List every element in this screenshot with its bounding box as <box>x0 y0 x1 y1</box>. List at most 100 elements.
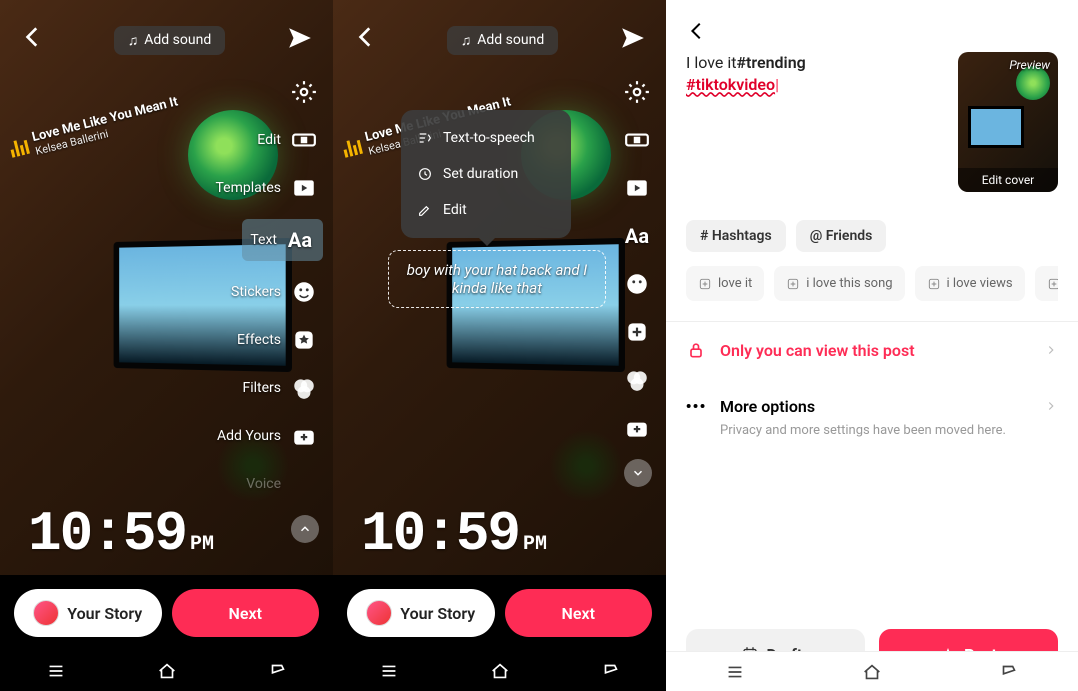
templates-tool[interactable]: Templates <box>212 171 324 205</box>
tts-option[interactable]: Text-to-speech <box>401 120 571 156</box>
menu-icon[interactable] <box>724 661 746 683</box>
text-tool[interactable]: Text Aa <box>242 219 323 261</box>
back-arrow-icon <box>353 24 379 50</box>
stickers-label: Stickers <box>231 284 281 300</box>
filters-icon <box>624 367 650 393</box>
post-panel: I love it#trending #tiktokvideo| Preview… <box>666 0 1078 691</box>
send-button[interactable] <box>620 25 646 55</box>
time-text: 10:59 <box>361 502 519 566</box>
edit-clip-icon <box>624 127 650 153</box>
time-overlay: 10:59 PM <box>361 502 547 566</box>
more-subtext: Privacy and more settings have been move… <box>720 422 1058 440</box>
pencil-icon <box>417 202 433 218</box>
caption-input[interactable]: I love it#trending #tiktokvideo| <box>686 52 944 192</box>
settings-tool[interactable] <box>285 75 323 109</box>
text-caret: | <box>775 75 779 94</box>
privacy-label: Only you can view this post <box>720 341 1030 360</box>
back-button[interactable] <box>686 20 708 42</box>
text-tool[interactable]: Aa <box>618 219 656 253</box>
templates-tool[interactable] <box>618 171 656 205</box>
text-aa-icon: Aa <box>622 221 652 251</box>
caption-row: I love it#trending #tiktokvideo| Preview… <box>686 52 1058 192</box>
editor-panel-1: ♫ Add sound Love Me Like You Mean It Kel… <box>0 0 333 691</box>
edit-option[interactable]: Edit <box>401 192 571 228</box>
home-icon[interactable] <box>861 661 883 683</box>
sugg-label: love it <box>718 276 752 291</box>
chevron-down-icon <box>631 466 645 480</box>
bottom-actions: Your Story Next <box>0 575 333 651</box>
equalizer-icon <box>9 138 30 158</box>
paper-plane-icon <box>620 25 646 51</box>
post-header <box>666 0 1078 42</box>
thumb-monitor <box>968 106 1024 148</box>
lock-icon <box>686 340 706 360</box>
your-story-label: Your Story <box>67 604 142 623</box>
chevron-right-icon <box>1044 343 1058 357</box>
text-overlay[interactable]: boy with your hat back and I kinda like … <box>388 250 606 308</box>
back-button[interactable] <box>353 24 385 56</box>
your-story-button[interactable]: Your Story <box>14 589 162 637</box>
sugg-label: i love views <box>947 276 1013 291</box>
time-suffix: PM <box>190 533 214 556</box>
templates-icon <box>291 175 317 201</box>
add-yours-tool[interactable]: Add Yours <box>213 419 323 453</box>
plant-shape <box>546 421 626 511</box>
suggestion-chip[interactable]: i e <box>1035 266 1058 301</box>
friends-chip[interactable]: @ Friends <box>796 220 887 252</box>
filters-tool[interactable] <box>618 363 656 397</box>
back-button[interactable] <box>20 24 52 56</box>
home-icon[interactable] <box>489 660 511 682</box>
effects-icon <box>624 319 650 345</box>
your-story-button[interactable]: Your Story <box>347 589 495 637</box>
stickers-tool[interactable] <box>618 267 656 301</box>
add-sound-button[interactable]: ♫ Add sound <box>114 26 225 55</box>
suggestion-chip[interactable]: love it <box>686 266 764 301</box>
duration-option[interactable]: Set duration <box>401 156 571 192</box>
templates-label: Templates <box>216 180 282 196</box>
voice-tool[interactable]: Voice <box>242 467 323 501</box>
back-nav-icon[interactable] <box>600 660 622 682</box>
device-nav <box>333 651 666 691</box>
suggestion-chip[interactable]: i love this song <box>774 266 904 301</box>
filters-icon <box>291 375 317 401</box>
settings-tool[interactable] <box>618 75 656 109</box>
text-aa-icon: Aa <box>285 225 315 255</box>
stickers-icon <box>291 279 317 305</box>
add-yours-tool[interactable] <box>618 411 656 445</box>
edit-label: Edit <box>257 132 281 148</box>
edit-tool[interactable]: Edit <box>253 123 323 157</box>
back-nav-icon[interactable] <box>998 661 1020 683</box>
dots-icon: ••• <box>686 396 706 416</box>
home-icon[interactable] <box>156 660 178 682</box>
send-button[interactable] <box>287 25 313 55</box>
avatar <box>366 600 392 626</box>
preview-thumbnail[interactable]: Preview Edit cover <box>958 52 1058 192</box>
chevron-up-icon <box>298 522 312 536</box>
effects-tool[interactable]: Effects <box>233 323 323 357</box>
time-suffix: PM <box>523 533 547 556</box>
effects-tool[interactable] <box>618 315 656 349</box>
add-sound-button[interactable]: ♫ Add sound <box>447 26 558 55</box>
rail-collapse[interactable] <box>291 515 319 543</box>
music-note-icon: ♫ <box>461 32 472 49</box>
next-button[interactable]: Next <box>172 589 320 637</box>
menu-icon[interactable] <box>45 660 67 682</box>
rail-expand[interactable] <box>624 459 652 487</box>
edit-cover-button[interactable]: Edit cover <box>958 168 1058 192</box>
menu-icon[interactable] <box>378 660 400 682</box>
back-nav-icon[interactable] <box>267 660 289 682</box>
stickers-tool[interactable]: Stickers <box>227 275 323 309</box>
back-arrow-icon <box>20 24 46 50</box>
caption-prefix: I love it <box>686 53 736 72</box>
next-label: Next <box>229 604 262 623</box>
filters-label: Filters <box>242 380 281 396</box>
edit-tool[interactable] <box>618 123 656 157</box>
voice-label: Voice <box>246 476 281 492</box>
privacy-row[interactable]: Only you can view this post <box>686 322 1058 378</box>
suggestion-chip[interactable]: i love views <box>915 266 1025 301</box>
filters-tool[interactable]: Filters <box>238 371 323 405</box>
hashtags-chip[interactable]: # Hashtags <box>686 220 786 252</box>
next-button[interactable]: Next <box>505 589 653 637</box>
paper-plane-icon <box>287 25 313 51</box>
hashtag-2: #tiktokvideo <box>686 75 775 94</box>
